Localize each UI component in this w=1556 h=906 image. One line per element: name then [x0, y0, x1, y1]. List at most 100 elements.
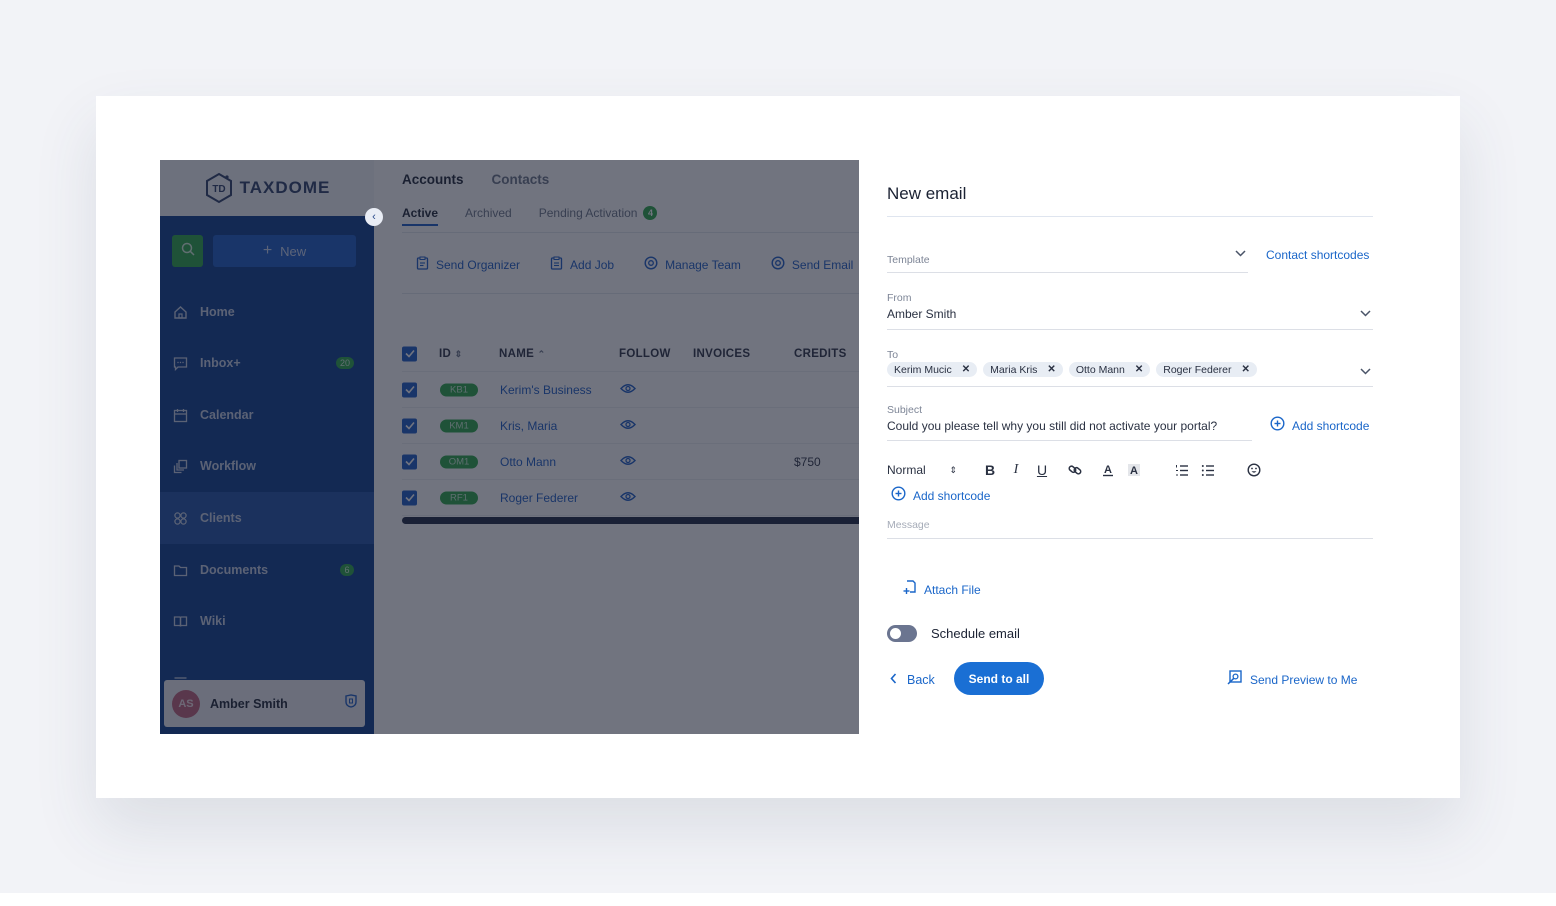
eye-icon[interactable] — [620, 419, 636, 433]
horizontal-scrollbar[interactable] — [402, 517, 859, 524]
recipient-chip: Maria Kris ✕ — [983, 362, 1063, 377]
back-button[interactable]: Back — [890, 671, 935, 689]
divider — [887, 216, 1373, 217]
recipient-chip: Roger Federer ✕ — [1156, 362, 1257, 377]
action-label: Add Job — [570, 257, 615, 272]
eye-icon[interactable] — [620, 491, 636, 505]
schedule-email-toggle[interactable] — [887, 625, 917, 642]
sidebar-item-label: Clients — [200, 511, 242, 525]
svg-text:A: A — [1130, 465, 1138, 477]
new-email-panel: New email Template Contact shortcodes Fr… — [859, 160, 1400, 734]
link-icon[interactable] — [1055, 463, 1095, 477]
account-name-link[interactable]: Kris, Maria — [500, 419, 557, 433]
account-name-link[interactable]: Roger Federer — [500, 491, 578, 505]
sidebar-item-workflow[interactable]: Workflow — [160, 440, 374, 492]
chevron-down-icon[interactable] — [1235, 248, 1246, 260]
account-name-link[interactable]: Otto Mann — [500, 455, 556, 469]
send-preview-button[interactable]: Send Preview to Me — [1227, 670, 1357, 690]
send-to-all-button[interactable]: Send to all — [954, 662, 1044, 695]
chevron-down-icon[interactable] — [1360, 308, 1371, 320]
manage-team-button[interactable]: Manage Team — [644, 256, 741, 273]
sidebar-item-clients[interactable]: Clients — [160, 492, 374, 544]
sidebar-item-documents[interactable]: Documents 6 — [160, 544, 374, 596]
inbox-icon — [172, 355, 188, 371]
subtab-active[interactable]: Active — [402, 206, 439, 226]
sidebar-item-label: Inbox+ — [200, 356, 241, 370]
field-label: From — [887, 292, 912, 304]
format-select[interactable]: Normal ⇕ — [887, 463, 957, 477]
user-name: Amber Smith — [210, 696, 288, 711]
collapse-sidebar-button[interactable]: ‹ — [365, 208, 383, 226]
add-job-button[interactable]: Add Job — [550, 256, 614, 273]
close-icon[interactable]: ✕ — [1135, 364, 1143, 375]
subtab-pending-activation[interactable]: Pending Activation 4 — [539, 206, 658, 226]
italic-icon[interactable]: I — [1003, 462, 1029, 478]
row-checkbox[interactable] — [402, 454, 417, 469]
sidebar-item-home[interactable]: Home — [160, 286, 374, 338]
account-name-link[interactable]: Kerim's Business — [500, 383, 592, 397]
tab-contacts[interactable]: Contacts — [492, 172, 550, 187]
template-select[interactable]: Template — [887, 250, 930, 268]
documents-count-badge: 6 — [340, 564, 354, 576]
search-button[interactable] — [172, 235, 203, 267]
recipients-input[interactable]: Kerim Mucic ✕ Maria Kris ✕ Otto Mann ✕ Roge… — [887, 362, 1263, 377]
close-icon[interactable]: ✕ — [1242, 364, 1250, 375]
message-input[interactable]: Message — [887, 515, 930, 533]
chip-label: Roger Federer — [1163, 363, 1232, 376]
contact-shortcodes-link[interactable]: Contact shortcodes — [1266, 248, 1369, 262]
logo-text: TAXDOME — [239, 178, 331, 197]
bulk-actions: Send Organizer Add Job Manage Team Send … — [416, 256, 853, 273]
subject-label: Subject — [887, 400, 922, 418]
row-checkbox[interactable] — [402, 382, 417, 397]
chevron-down-icon[interactable] — [1360, 366, 1371, 378]
subject-input[interactable]: Could you please tell why you still did … — [887, 417, 1217, 435]
column-credits[interactable]: CREDITS — [794, 348, 847, 360]
attach-file-icon — [903, 580, 916, 600]
accounts-table: ID ⇕ NAME ⌃ FOLLOW INVOICES CREDITS KB1 … — [402, 336, 859, 516]
subtab-archived[interactable]: Archived — [465, 206, 512, 226]
attach-file-button[interactable]: Attach File — [903, 580, 981, 600]
field-label: To — [887, 349, 899, 361]
close-icon[interactable]: ✕ — [962, 364, 970, 375]
new-button[interactable]: + New — [213, 235, 356, 267]
underline-icon[interactable]: U — [1029, 462, 1055, 478]
ordered-list-icon[interactable] — [1169, 464, 1195, 477]
highlight-color-icon[interactable]: A — [1121, 463, 1147, 477]
bullet-list-icon[interactable] — [1195, 464, 1221, 477]
table-row[interactable]: KM1 Kris, Maria — [402, 408, 859, 444]
sidebar-item-wiki[interactable]: Wiki — [160, 595, 374, 647]
column-follow[interactable]: FOLLOW — [619, 348, 671, 360]
recipient-chip: Kerim Mucic ✕ — [887, 362, 978, 377]
tab-accounts[interactable]: Accounts — [402, 172, 464, 187]
pending-count-badge: 4 — [643, 206, 658, 220]
column-invoices[interactable]: INVOICES — [693, 348, 750, 360]
column-id[interactable]: ID ⇕ — [439, 348, 462, 360]
action-label: Send Email — [791, 257, 854, 272]
row-checkbox[interactable] — [402, 490, 417, 505]
row-checkbox[interactable] — [402, 418, 417, 433]
divider — [887, 538, 1373, 539]
send-email-button[interactable]: Send Email — [771, 256, 853, 273]
sidebar-item-calendar[interactable]: Calendar — [160, 389, 374, 441]
bold-icon[interactable]: B — [977, 462, 1003, 478]
eye-icon[interactable] — [620, 455, 636, 469]
sidebar-item-inbox[interactable]: Inbox+ 20 — [160, 337, 374, 389]
table-row[interactable]: RF1 Roger Federer — [402, 480, 859, 516]
select-all-checkbox[interactable] — [402, 346, 417, 361]
column-name[interactable]: NAME ⌃ — [499, 348, 545, 360]
table-row[interactable]: OM1 Otto Mann $750 — [402, 444, 859, 480]
emoji-icon[interactable] — [1241, 463, 1267, 477]
calendar-icon — [172, 407, 188, 423]
from-select[interactable]: Amber Smith — [887, 305, 956, 323]
close-icon[interactable]: ✕ — [1047, 364, 1055, 375]
eye-icon[interactable] — [620, 383, 636, 397]
sub-tabs: Active Archived Pending Activation 4 — [402, 206, 658, 226]
table-row[interactable]: KB1 Kerim's Business — [402, 372, 859, 408]
from-value: Amber Smith — [887, 307, 957, 321]
add-shortcode-message-button[interactable]: Add shortcode — [891, 486, 990, 506]
add-shortcode-subject-button[interactable]: Add shortcode — [1270, 416, 1369, 436]
send-organizer-button[interactable]: Send Organizer — [416, 256, 520, 273]
clipboard-icon — [550, 256, 563, 273]
user-profile[interactable]: AS Amber Smith — [164, 680, 365, 727]
text-color-icon[interactable]: A — [1095, 463, 1121, 477]
